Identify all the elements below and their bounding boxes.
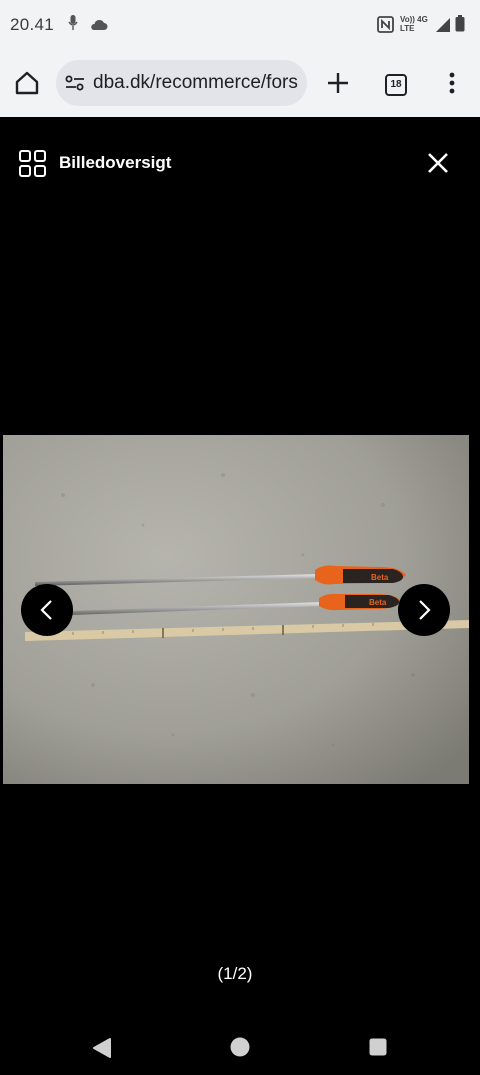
microphone-icon <box>68 14 78 37</box>
recents-icon[interactable] <box>369 1038 387 1061</box>
tab-switcher-button[interactable]: 18 <box>385 74 407 96</box>
svg-text:Beta: Beta <box>369 598 387 607</box>
new-tab-icon[interactable] <box>327 72 349 99</box>
status-bar: 20.41 Vo)) 4G LTE <box>0 0 480 50</box>
signal-icon <box>436 17 450 37</box>
home-icon[interactable] <box>14 70 40 101</box>
back-icon[interactable] <box>92 1038 112 1063</box>
status-time: 20.41 <box>10 15 55 34</box>
url-text[interactable]: dba.dk/recommerce/forsale <box>93 72 298 94</box>
home-nav-icon[interactable] <box>230 1037 250 1062</box>
browser-toolbar: dba.dk/recommerce/forsale 18 <box>0 50 480 117</box>
image-viewer-header: Billedoversigt <box>0 117 480 207</box>
cloud-icon <box>90 16 108 36</box>
site-settings-icon[interactable] <box>65 75 85 96</box>
image-overview-link[interactable]: Billedoversigt <box>59 153 171 173</box>
battery-icon <box>455 15 465 37</box>
image-counter: (1/2) <box>217 964 253 983</box>
close-icon[interactable] <box>428 153 448 178</box>
svg-text:Beta: Beta <box>371 573 389 582</box>
more-menu-icon[interactable] <box>449 72 455 99</box>
previous-image-button[interactable] <box>21 584 73 636</box>
address-bar[interactable]: dba.dk/recommerce/forsale <box>56 60 307 106</box>
network-indicator: Vo)) 4G LTE <box>400 15 428 33</box>
grid-overview-icon[interactable] <box>19 150 46 182</box>
nfc-icon <box>377 16 394 38</box>
next-image-button[interactable] <box>398 584 450 636</box>
system-navigation-bar <box>0 1020 480 1075</box>
